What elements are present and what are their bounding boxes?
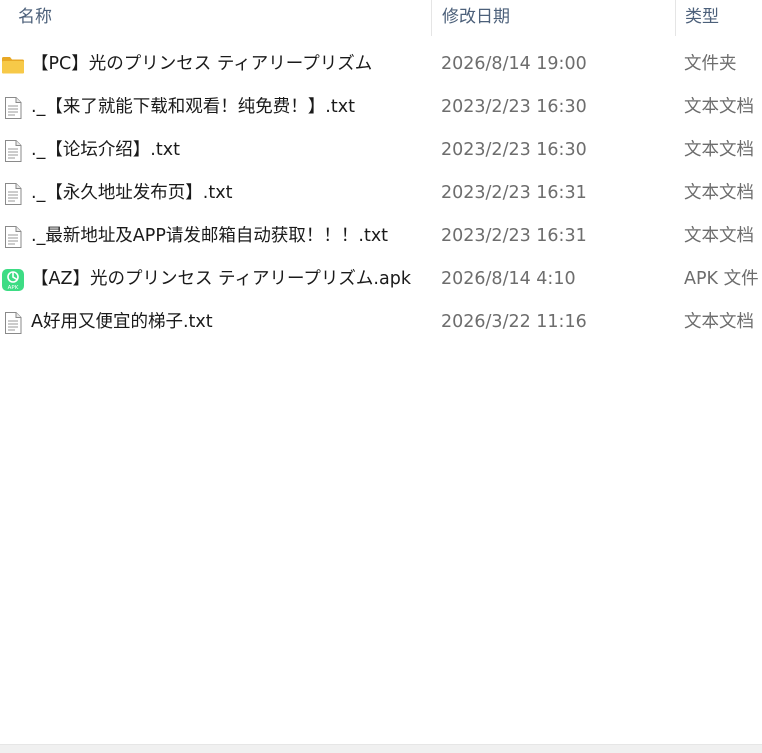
file-type: 文本文档	[684, 183, 754, 203]
file-list: 【PC】光のプリンセス ティアリープリズム 2026/8/14 19:00 文件…	[0, 43, 762, 344]
file-date: 2023/2/23 16:30	[441, 97, 587, 117]
file-date: 2026/3/22 11:16	[441, 312, 587, 332]
apk-icon-text: APK	[8, 285, 19, 291]
file-name: ._最新地址及APP请发邮箱自动获取！！！.txt	[31, 226, 389, 246]
file-row[interactable]: ._【来了就能下载和观看！纯免费！】.txt 2023/2/23 16:30 文…	[0, 86, 762, 129]
text-file-icon	[1, 182, 25, 206]
file-type: APK 文件	[684, 269, 759, 289]
text-file-icon	[1, 96, 25, 120]
file-name: ._【来了就能下载和观看！纯免费！】.txt	[31, 97, 355, 117]
column-header-type[interactable]: 类型	[675, 0, 762, 36]
column-header-name-label: 名称	[18, 7, 52, 27]
file-date: 2026/8/14 4:10	[441, 269, 576, 289]
apk-file-icon: APK	[1, 268, 25, 292]
file-name: ._【永久地址发布页】.txt	[31, 183, 233, 203]
text-file-icon	[1, 225, 25, 249]
file-row[interactable]: 【PC】光のプリンセス ティアリープリズム 2026/8/14 19:00 文件…	[0, 43, 762, 86]
file-row[interactable]: ._最新地址及APP请发邮箱自动获取！！！.txt 2023/2/23 16:3…	[0, 215, 762, 258]
file-date: 2023/2/23 16:31	[441, 226, 587, 246]
text-file-icon	[1, 311, 25, 335]
file-type: 文本文档	[684, 226, 754, 246]
column-header-type-label: 类型	[685, 7, 719, 27]
file-name: 【AZ】光のプリンセス ティアリープリズム.apk	[31, 269, 411, 289]
file-date: 2023/2/23 16:30	[441, 140, 587, 160]
file-row[interactable]: APK 【AZ】光のプリンセス ティアリープリズム.apk 2026/8/14 …	[0, 258, 762, 301]
column-header: 名称 ^ 修改日期 类型	[0, 0, 762, 36]
file-type: 文本文档	[684, 140, 754, 160]
file-date: 2023/2/23 16:31	[441, 183, 587, 203]
file-name: ._【论坛介绍】.txt	[31, 140, 180, 160]
file-row[interactable]: A好用又便宜的梯子.txt 2026/3/22 11:16 文本文档	[0, 301, 762, 344]
file-date: 2026/8/14 19:00	[441, 54, 587, 74]
file-name: A好用又便宜的梯子.txt	[31, 312, 213, 332]
folder-icon	[1, 53, 25, 77]
column-header-name[interactable]: 名称	[0, 0, 431, 36]
file-type: 文本文档	[684, 97, 754, 117]
text-file-icon	[1, 139, 25, 163]
file-type: 文本文档	[684, 312, 754, 332]
file-name: 【PC】光のプリンセス ティアリープリズム	[31, 54, 373, 74]
column-header-date[interactable]: 修改日期	[431, 0, 675, 36]
file-explorer: 名称 ^ 修改日期 类型 【PC】光のプリンセス ティアリープリズム 2026/…	[0, 0, 762, 753]
file-type: 文件夹	[684, 54, 737, 74]
status-bar	[0, 744, 762, 753]
file-row[interactable]: ._【永久地址发布页】.txt 2023/2/23 16:31 文本文档	[0, 172, 762, 215]
sort-indicator-icon: ^	[216, 0, 224, 5]
file-row[interactable]: ._【论坛介绍】.txt 2023/2/23 16:30 文本文档	[0, 129, 762, 172]
column-header-date-label: 修改日期	[442, 7, 510, 27]
